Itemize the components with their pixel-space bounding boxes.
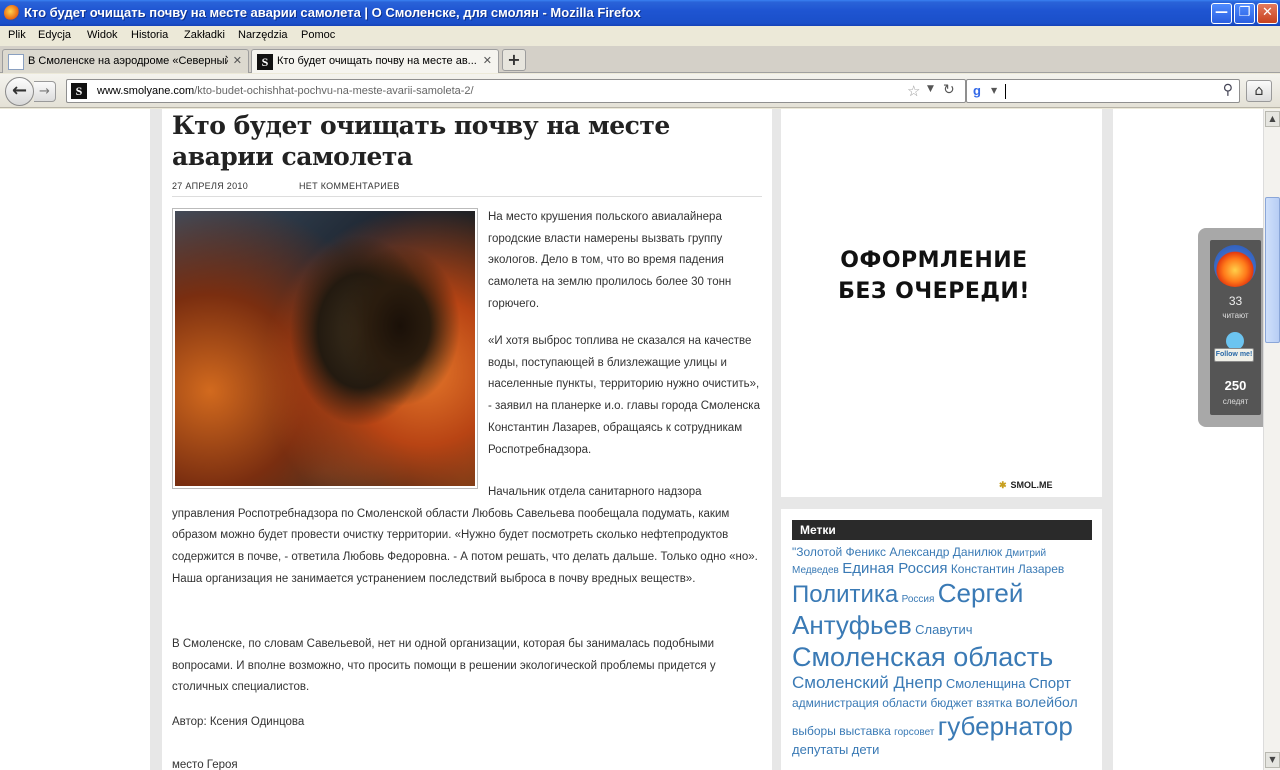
menu-bar: Plik Edycja Widok Historia Zakładki Narz…	[0, 26, 1280, 46]
sidebar-separator	[781, 497, 1102, 509]
tag-link[interactable]: депутаты	[792, 742, 848, 757]
google-icon[interactable]: g	[973, 83, 981, 98]
close-tab-icon[interactable]: ✕	[233, 54, 242, 67]
firefox-icon	[4, 5, 20, 21]
tag-link[interactable]: администрация области	[792, 696, 927, 710]
new-tab-button[interactable]: +	[502, 49, 526, 71]
article-paragraph-2: «И хотя выброс топлива не сказался на ка…	[488, 335, 760, 456]
close-window-button[interactable]: ✕	[1257, 3, 1278, 24]
page-viewport: Кто будет очищать почву на месте аварии …	[0, 109, 1263, 770]
minimize-button[interactable]: —	[1211, 3, 1232, 24]
tag-link[interactable]: бюджет	[930, 696, 972, 710]
article-image	[172, 208, 478, 489]
tab-label: В Смоленске на аэродроме «Северный» ...	[28, 55, 228, 67]
tab-severny[interactable]: В Смоленске на аэродроме «Северный» ... …	[2, 49, 249, 73]
tag-link[interactable]: выставка	[839, 724, 891, 738]
article-source: место Героя	[172, 759, 238, 770]
tag-link[interactable]: выборы	[792, 724, 836, 738]
back-button[interactable]: ←	[5, 77, 34, 106]
tag-link[interactable]: Политика	[792, 581, 898, 608]
menu-plik[interactable]: Plik	[8, 29, 26, 41]
scroll-down-icon[interactable]: ▼	[1265, 752, 1280, 768]
window-titlebar: Кто будет очищать почву на месте аварии …	[0, 0, 1280, 26]
ad-brand: SMOL.ME	[999, 480, 1053, 491]
bookmark-star-icon[interactable]: ☆	[907, 82, 920, 100]
chevron-down-icon[interactable]: ▼	[991, 86, 997, 95]
tag-link[interactable]: горсовет	[894, 727, 934, 738]
url-domain: www.smolyane.com	[97, 85, 195, 97]
chevron-down-icon[interactable]: ▼	[927, 84, 934, 94]
gas-mask-soldier-image	[175, 211, 475, 486]
maximize-button[interactable]: ❐	[1234, 3, 1255, 24]
tag-cloud: "Золотой Феникс Александр Данилюк Дмитри…	[792, 545, 1092, 757]
readers-label: читают	[1222, 311, 1249, 320]
home-button[interactable]: ⌂	[1246, 80, 1272, 102]
menu-historia[interactable]: Historia	[131, 29, 168, 41]
menu-edycja[interactable]: Edycja	[38, 29, 71, 41]
feedburner-flame-icon[interactable]	[1214, 245, 1256, 287]
menu-narzedzia[interactable]: Narzędzia	[238, 29, 288, 41]
twitter-bird-icon[interactable]: Follow me!	[1214, 332, 1254, 370]
scroll-up-icon[interactable]: ▲	[1265, 111, 1280, 127]
feed-follow-widget[interactable]: 33 читают Follow me! 250 следят	[1198, 228, 1263, 427]
article-paragraph-3: Начальник отдела санитарного надзора упр…	[172, 486, 758, 585]
forward-button[interactable]: →	[34, 81, 56, 102]
comments-link[interactable]: НЕТ КОММЕНТАРИЕВ	[299, 181, 400, 191]
tag-link[interactable]: дети	[852, 742, 880, 757]
search-bar[interactable]: g ▼ ⚲	[966, 79, 1240, 103]
search-icon[interactable]: ⚲	[1223, 82, 1233, 98]
sidebar: ОФОРМЛЕНИЕ БЕЗ ОЧЕРЕДИ! SMOL.ME Метки "З…	[781, 109, 1102, 770]
tag-link[interactable]: Славутич	[915, 622, 972, 637]
followers-label: следят	[1222, 397, 1249, 406]
tag-link[interactable]: Смоленщина	[946, 676, 1026, 691]
window-title: Кто будет очищать почву на месте аварии …	[24, 5, 641, 20]
site-favicon-icon: S	[71, 83, 87, 99]
scrollbar-thumb[interactable]	[1265, 197, 1280, 343]
article-paragraph-1: На место крушения польского авиалайнера …	[488, 211, 732, 310]
tab-current-article[interactable]: S Кто будет очищать почву на месте ав...…	[251, 49, 499, 73]
advertisement-banner[interactable]: ОФОРМЛЕНИЕ БЕЗ ОЧЕРЕДИ! SMOL.ME	[781, 109, 1102, 497]
article-author: Автор: Ксения Одинцова	[172, 716, 305, 728]
url-text[interactable]: www.smolyane.com/kto-budet-ochishhat-poc…	[97, 85, 474, 97]
tag-link[interactable]: "Золотой Феникс	[792, 545, 886, 559]
tag-link[interactable]: волейбол	[1015, 694, 1077, 710]
ad-line-2: БЕЗ ОЧЕРЕДИ!	[838, 279, 1030, 304]
tab-bar: В Смоленске на аэродроме «Северный» ... …	[0, 46, 1280, 73]
tag-link[interactable]: взятка	[976, 696, 1012, 710]
page-icon	[8, 54, 24, 70]
vertical-scrollbar[interactable]: ▲ ▼	[1263, 109, 1280, 770]
tag-link[interactable]: Константин Лазарев	[951, 562, 1064, 576]
article-column: Кто будет очищать почву на месте аварии …	[162, 109, 772, 770]
readers-count: 33	[1228, 294, 1243, 308]
tag-link[interactable]: губернатор	[938, 711, 1073, 741]
menu-widok[interactable]: Widok	[87, 29, 118, 41]
article-title[interactable]: Кто будет очищать почву на месте аварии …	[172, 110, 752, 172]
tag-link[interactable]: Смоленская область	[792, 642, 1053, 672]
menu-pomoc[interactable]: Pomoc	[301, 29, 335, 41]
url-path: /kto-budet-ochishhat-pochvu-na-meste-ava…	[194, 85, 474, 97]
article-paragraph-4: В Смоленске, по словам Савельевой, нет н…	[172, 638, 716, 694]
follow-me-sign: Follow me!	[1214, 348, 1254, 362]
menu-zakladki[interactable]: Zakładki	[184, 29, 225, 41]
tag-link[interactable]: Единая Россия	[842, 560, 947, 577]
navigation-toolbar: ← → S www.smolyane.com/kto-budet-ochishh…	[0, 74, 1280, 108]
article-date: 27 АПРЕЛЯ 2010	[172, 181, 249, 191]
address-bar[interactable]: S www.smolyane.com/kto-budet-ochishhat-p…	[66, 79, 966, 103]
ad-headline: ОФОРМЛЕНИЕ БЕЗ ОЧЕРЕДИ!	[781, 245, 1087, 307]
reload-icon[interactable]: ↻	[943, 82, 955, 98]
tags-widget-heading: Метки	[792, 520, 1092, 540]
tag-link[interactable]: Александр Данилюк	[889, 545, 1002, 559]
tab-label: Кто будет очищать почву на месте ав...	[277, 55, 477, 67]
text-cursor	[1005, 84, 1006, 99]
close-tab-icon[interactable]: ✕	[483, 54, 492, 67]
followers-count: 250	[1224, 378, 1247, 393]
site-favicon-icon: S	[257, 54, 273, 70]
ad-line-1: ОФОРМЛЕНИЕ	[840, 248, 1028, 273]
feed-widget-panel: 33 читают Follow me! 250 следят	[1210, 240, 1261, 415]
tag-link[interactable]: Спорт	[1029, 675, 1071, 692]
tag-link[interactable]: Смоленский Днепр	[792, 673, 942, 692]
article-meta: 27 АПРЕЛЯ 2010 НЕТ КОММЕНТАРИЕВ	[172, 181, 762, 197]
tag-link[interactable]: Россия	[902, 594, 935, 605]
